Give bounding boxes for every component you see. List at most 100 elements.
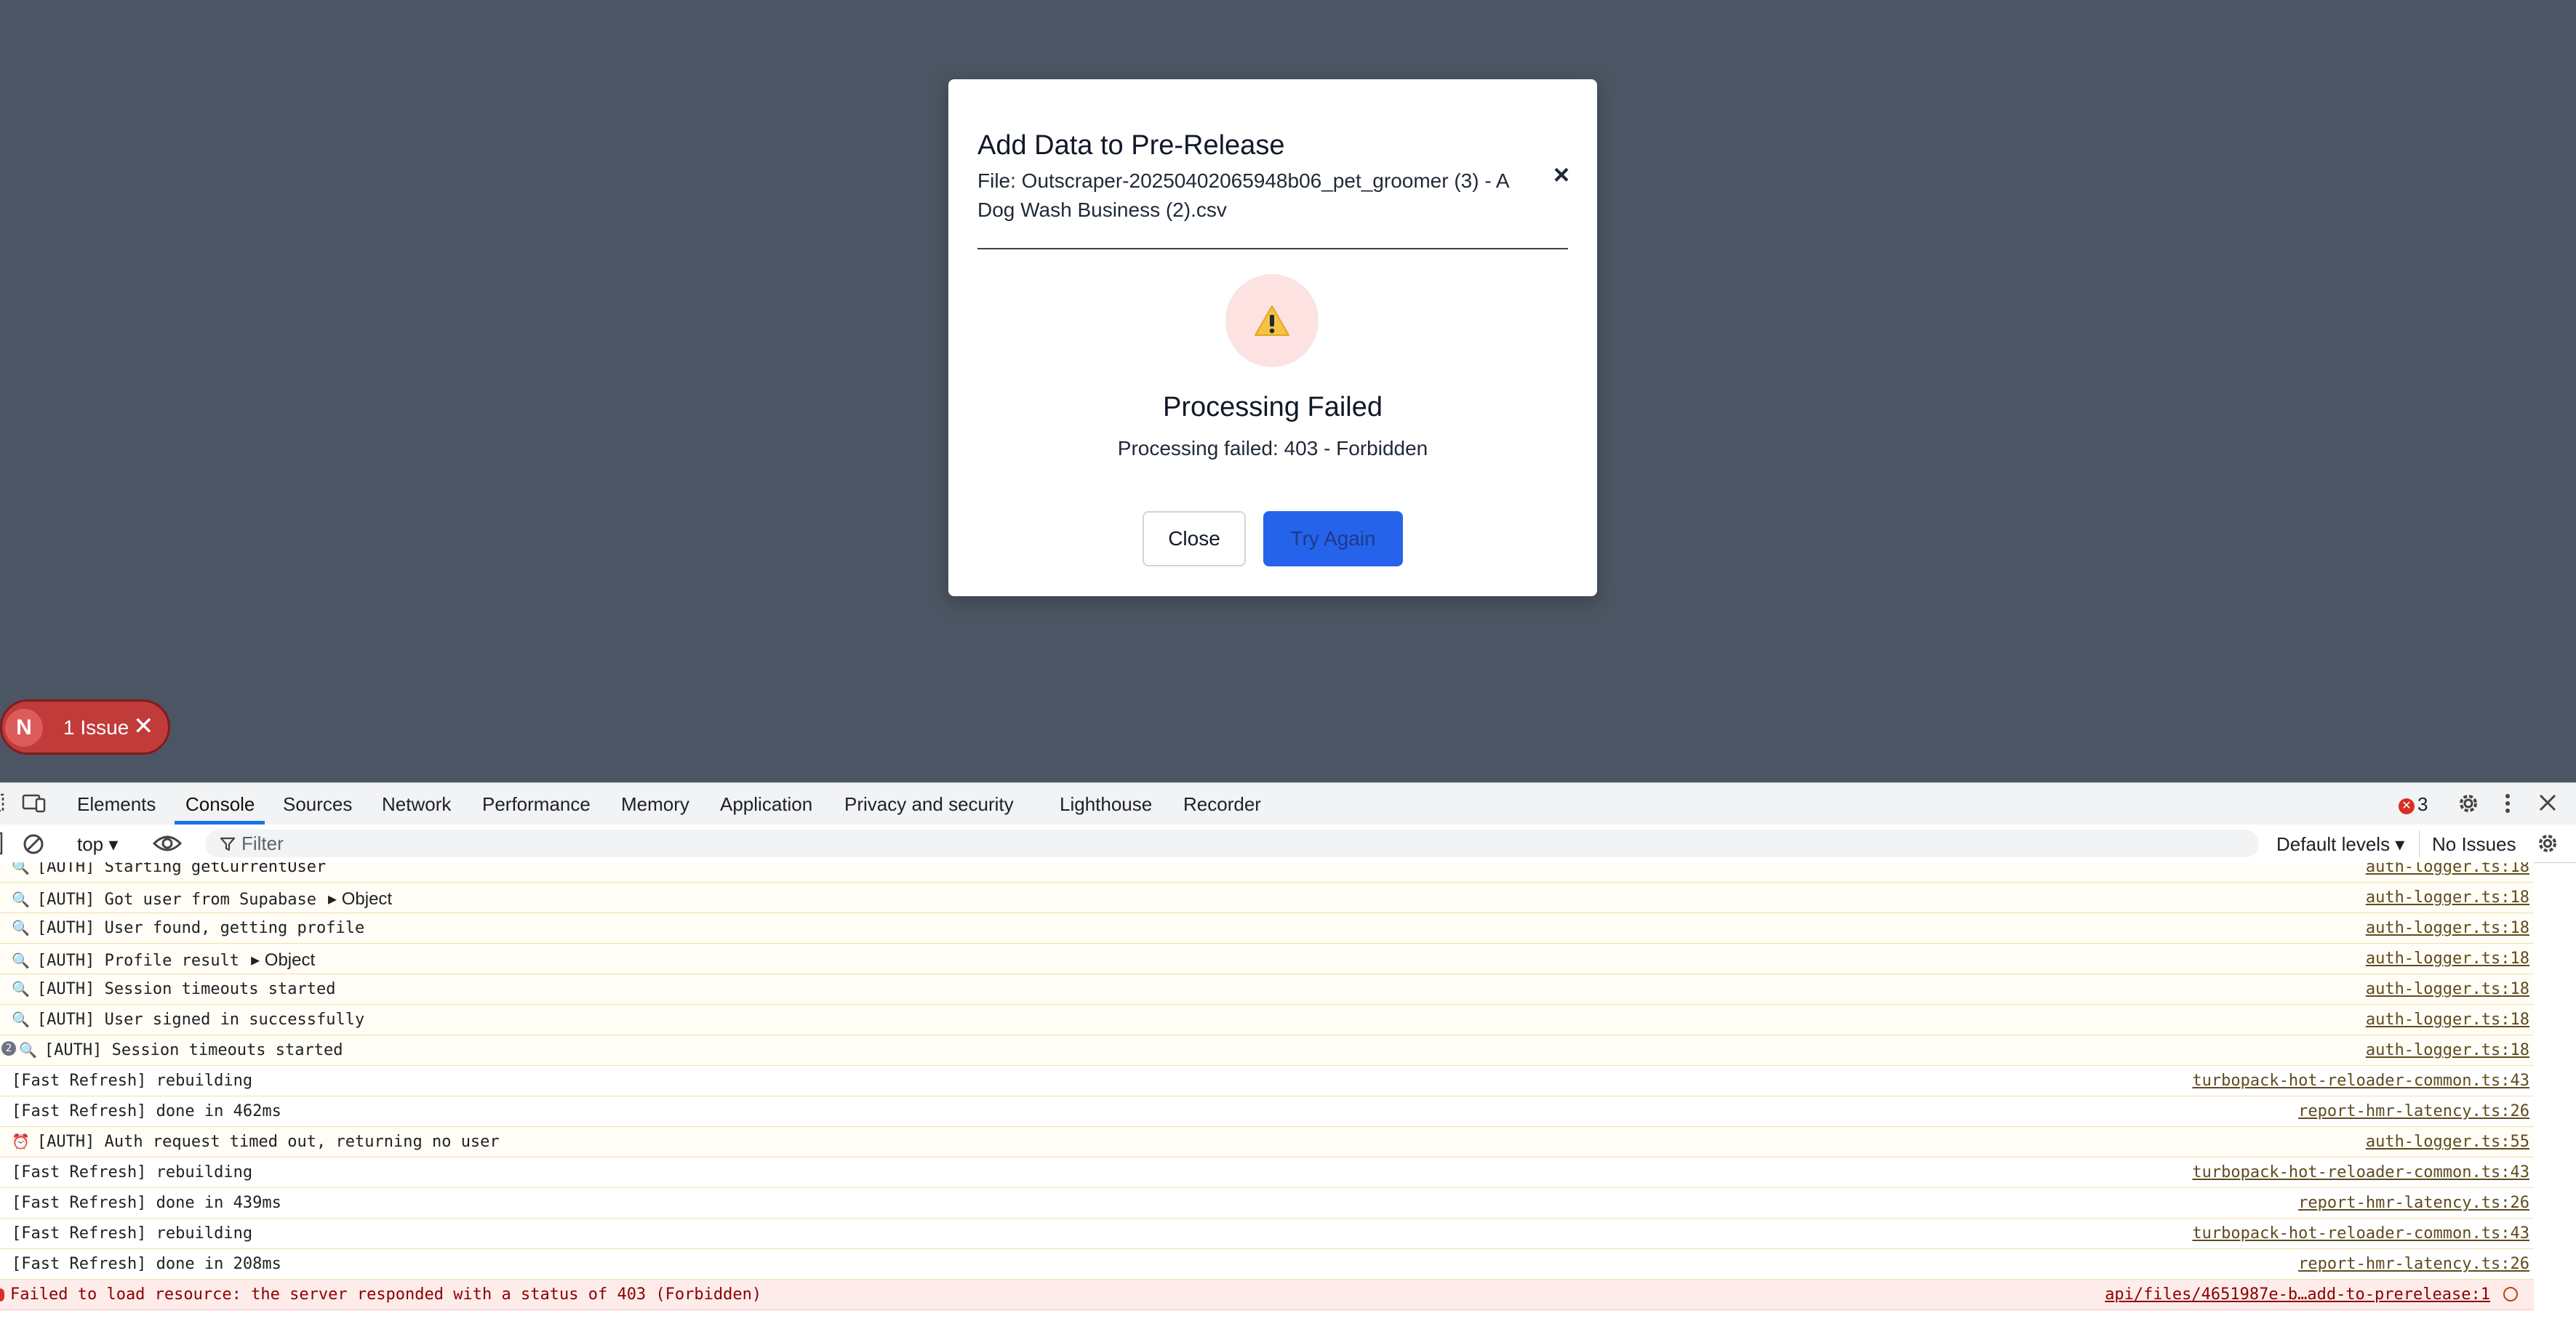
- console-log-row[interactable]: 🔍 [AUTH] Starting getCurrentUser auth-logg…: [0, 862, 2534, 883]
- log-source-link[interactable]: turbopack-hot-reloader-common.ts:43: [2192, 1224, 2529, 1243]
- nextjs-issue-badge[interactable]: N 1 Issue ✕: [0, 699, 170, 755]
- tab-lighthouse[interactable]: Lighthouse: [1060, 793, 1152, 816]
- console-settings-icon[interactable]: [2535, 831, 2560, 856]
- log-message: 🔍 [AUTH] User signed in successfully: [12, 1011, 364, 1029]
- log-text: [AUTH] Auth request timed out, returning…: [36, 1133, 500, 1151]
- log-source-link[interactable]: auth-logger.ts:18: [2366, 919, 2529, 937]
- object-expand-toggle[interactable]: ▸ Object: [251, 950, 315, 970]
- log-text: [AUTH] Session timeouts started: [44, 1041, 343, 1059]
- log-text: Failed to load resource: the server resp…: [10, 1285, 762, 1304]
- log-source-link[interactable]: auth-logger.ts:18: [2366, 950, 2529, 968]
- log-message: [Fast Refresh] rebuilding: [12, 1163, 252, 1181]
- console-log-row[interactable]: 2 🔍 [AUTH] Session timeouts started auth-lo…: [0, 1035, 2534, 1066]
- magnifier-icon: 🔍: [12, 891, 30, 908]
- dismiss-issue-icon[interactable]: ✕: [133, 712, 154, 741]
- tab-recorder[interactable]: Recorder: [1183, 793, 1261, 816]
- log-text: [AUTH] Session timeouts started: [36, 980, 336, 998]
- tab-console[interactable]: Console: [185, 793, 255, 816]
- error-counter[interactable]: ✕ 3: [2399, 793, 2428, 816]
- log-source-link[interactable]: auth-logger.ts:18: [2366, 1041, 2529, 1059]
- more-options-icon[interactable]: [2502, 790, 2513, 817]
- log-message: 🔍 [AUTH] User found, getting profile: [12, 919, 364, 937]
- status-message: Processing failed: 403 - Forbidden: [1117, 437, 1428, 460]
- sidebar-toggle-icon[interactable]: [0, 832, 4, 855]
- log-source-link[interactable]: report-hmr-latency.ts:26: [2298, 1194, 2529, 1212]
- settings-gear-icon[interactable]: [2455, 790, 2481, 817]
- magnifier-icon: 🔍: [12, 952, 30, 969]
- console-log-row[interactable]: 🔍 [AUTH] Got user from Supabase ▸ Object au…: [0, 883, 2534, 913]
- add-data-modal: Add Data to Pre-Release File: Outscraper…: [948, 79, 1597, 596]
- console-log-row[interactable]: 🔍 [AUTH] Session timeouts started auth-log…: [0, 974, 2534, 1005]
- modal-title: Add Data to Pre-Release: [977, 130, 1285, 161]
- context-selector[interactable]: top ▾: [77, 833, 118, 856]
- log-source-link[interactable]: auth-logger.ts:18: [2366, 862, 2529, 876]
- magnifier-icon: 🔍: [19, 1041, 37, 1059]
- log-message: 🔍 [AUTH] Session timeouts started: [12, 980, 336, 998]
- log-message: 🔍 [AUTH] Profile result ▸ Object: [12, 950, 315, 971]
- console-error-row[interactable]: Failed to load resource: the server resp…: [0, 1280, 2534, 1310]
- tab-network[interactable]: Network: [382, 793, 451, 816]
- issues-indicator[interactable]: No Issues: [2432, 833, 2516, 856]
- nextjs-logo-icon: N: [5, 709, 43, 747]
- log-source-link[interactable]: auth-logger.ts:55: [2366, 1133, 2529, 1151]
- console-log-row[interactable]: ⏰ [AUTH] Auth request timed out, returnin…: [0, 1127, 2534, 1158]
- live-expression-eye-icon[interactable]: [153, 833, 182, 854]
- log-source-link[interactable]: auth-logger.ts:18: [2366, 888, 2529, 907]
- devtools-tab-bar: Elements Console Sources Network Performance…: [0, 782, 2576, 826]
- inspect-element-icon[interactable]: [0, 792, 7, 815]
- console-log-row[interactable]: [Fast Refresh] done in 462ms report-hmr-l…: [0, 1096, 2534, 1127]
- magnifier-icon: 🔍: [12, 862, 30, 875]
- tab-sources[interactable]: Sources: [283, 793, 352, 816]
- log-source-link[interactable]: turbopack-hot-reloader-common.ts:43: [2192, 1163, 2529, 1181]
- log-text: [Fast Refresh] rebuilding: [12, 1072, 253, 1090]
- console-log-row[interactable]: [Fast Refresh] done in 439ms report-hmr-l…: [0, 1188, 2534, 1219]
- log-message: 🔍 [AUTH] Starting getCurrentUser: [12, 862, 326, 876]
- log-source-link[interactable]: auth-logger.ts:18: [2366, 980, 2529, 998]
- tab-elements[interactable]: Elements: [77, 793, 156, 816]
- log-source-link[interactable]: turbopack-hot-reloader-common.ts:43: [2192, 1072, 2529, 1090]
- log-message: Failed to load resource: the server resp…: [10, 1285, 761, 1304]
- log-text: [AUTH] User found, getting profile: [36, 919, 365, 937]
- log-source-link[interactable]: report-hmr-latency.ts:26: [2298, 1255, 2529, 1273]
- log-message: 2 🔍 [AUTH] Session timeouts started: [1, 1041, 343, 1059]
- log-text: [AUTH] Starting getCurrentUser: [36, 862, 327, 876]
- error-icon: ✕: [2399, 798, 2415, 814]
- close-devtools-icon[interactable]: [2537, 792, 2559, 814]
- log-message: [Fast Refresh] done in 462ms: [12, 1102, 281, 1120]
- log-source-link[interactable]: auth-logger.ts:18: [2366, 1011, 2529, 1029]
- log-levels-dropdown[interactable]: Default levels ▾: [2276, 833, 2404, 856]
- log-source-link[interactable]: api/files/4651987e-b…add-to-prerelease:1: [2105, 1285, 2490, 1304]
- console-log-row[interactable]: [Fast Refresh] rebuilding turbopack-hot-r…: [0, 1219, 2534, 1249]
- tab-memory[interactable]: Memory: [621, 793, 689, 816]
- filter-input[interactable]: [241, 830, 2205, 857]
- issue-count-label[interactable]: 1 Issue: [63, 716, 129, 739]
- magnifier-icon: 🔍: [12, 1011, 30, 1028]
- log-text: [Fast Refresh] rebuilding: [12, 1163, 253, 1181]
- console-log-row[interactable]: [Fast Refresh] rebuilding turbopack-hot-r…: [0, 1158, 2534, 1188]
- console-log-row[interactable]: 🔍 [AUTH] Profile result ▸ Object auth-logge…: [0, 944, 2534, 974]
- app-backdrop: Add Data to Pre-Release File: Outscraper…: [0, 0, 2576, 782]
- tab-application[interactable]: Application: [720, 793, 812, 816]
- log-text: [AUTH] Profile result: [36, 952, 240, 970]
- console-log-row[interactable]: 🔍 [AUTH] User found, getting profile auth-…: [0, 913, 2534, 944]
- device-toolbar-icon[interactable]: [22, 792, 47, 815]
- console-log-row[interactable]: [Fast Refresh] done in 208ms report-hmr-l…: [0, 1249, 2534, 1280]
- tab-privacy-and-security[interactable]: Privacy and security: [844, 793, 1014, 816]
- log-text: [Fast Refresh] rebuilding: [12, 1224, 253, 1243]
- warning-icon: [1255, 305, 1289, 336]
- network-request-icon[interactable]: [2503, 1287, 2518, 1301]
- log-text: [AUTH] Got user from Supabase: [36, 891, 317, 909]
- object-expand-toggle[interactable]: ▸ Object: [328, 889, 392, 909]
- magnifier-icon: 🔍: [12, 980, 30, 998]
- log-source-link[interactable]: report-hmr-latency.ts:26: [2298, 1102, 2529, 1120]
- magnifier-icon: 🔍: [12, 919, 30, 936]
- try-again-button[interactable]: Try Again: [1263, 511, 1403, 566]
- console-log-row[interactable]: [Fast Refresh] rebuilding turbopack-hot-r…: [0, 1066, 2534, 1096]
- tab-performance[interactable]: Performance: [482, 793, 591, 816]
- clear-console-icon[interactable]: [22, 832, 45, 856]
- close-button[interactable]: Close: [1143, 511, 1246, 566]
- console-log-row[interactable]: 🔍 [AUTH] User signed in successfully auth-…: [0, 1005, 2534, 1035]
- log-message: [Fast Refresh] done in 208ms: [12, 1255, 281, 1273]
- filter-icon: [220, 837, 236, 851]
- modal-close-icon[interactable]: ×: [1547, 161, 1576, 190]
